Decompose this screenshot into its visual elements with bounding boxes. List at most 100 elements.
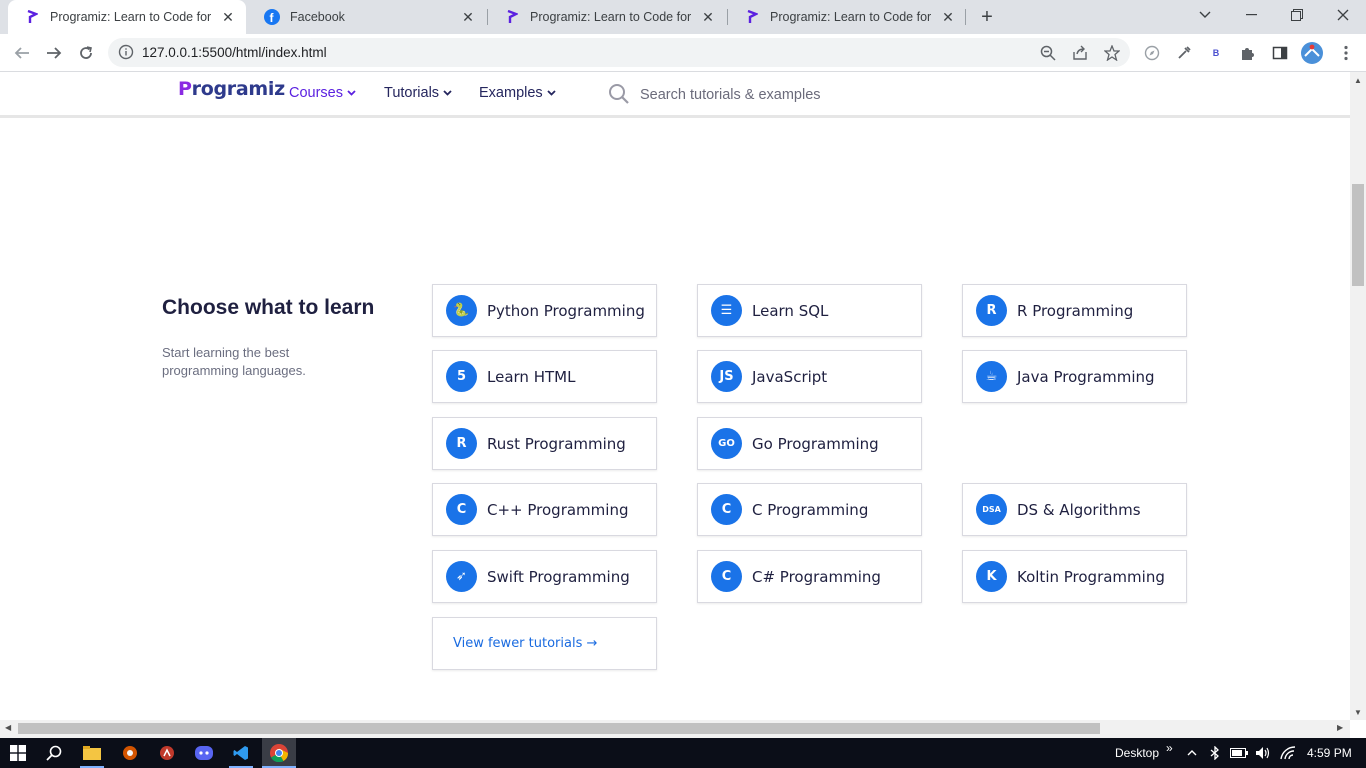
nav-tutorials[interactable]: Tutorials (384, 85, 452, 101)
chevron-down-icon (443, 88, 452, 99)
toolbar-overflow-icon[interactable]: » (1166, 741, 1173, 755)
scroll-left-arrow-icon[interactable]: ◀ (5, 723, 11, 732)
tab-separator (965, 9, 966, 25)
minimize-button[interactable] (1228, 0, 1274, 30)
volume-icon[interactable] (1251, 742, 1275, 764)
programiz-icon (744, 9, 760, 25)
share-icon[interactable] (1070, 43, 1090, 63)
course-card-python[interactable]: 🐍 Python Programming (432, 284, 657, 337)
tab-programiz-3[interactable]: Programiz: Learn to Code for Free ✕ (728, 0, 966, 34)
zoom-icon[interactable] (1038, 43, 1058, 63)
bookmark-star-icon[interactable] (1102, 43, 1122, 63)
programiz-logo[interactable]: Programiz (178, 78, 285, 100)
course-card-label: Go Programming (752, 434, 879, 453)
rust-icon: R (446, 428, 477, 459)
tab-title: Programiz: Learn to Code for Free (50, 10, 214, 24)
side-panel-icon[interactable] (1268, 41, 1292, 65)
eyedropper-extension-icon[interactable] (1172, 41, 1196, 65)
course-card-html[interactable]: 5 Learn HTML (432, 350, 657, 403)
course-card-c[interactable]: C C Programming (697, 483, 922, 536)
section-heading: Choose what to learn (162, 296, 375, 319)
close-icon[interactable]: ✕ (700, 9, 716, 25)
close-icon[interactable]: ✕ (220, 9, 236, 25)
course-card-sql[interactable]: ☰ Learn SQL (697, 284, 922, 337)
programiz-icon (504, 9, 520, 25)
git-client-icon[interactable] (155, 742, 179, 764)
menu-kebab-icon[interactable] (1334, 41, 1358, 65)
close-icon[interactable]: ✕ (940, 9, 956, 25)
tab-programiz-1[interactable]: Programiz: Learn to Code for Free ✕ (8, 0, 246, 34)
profile-badge-icon[interactable]: B (1204, 41, 1228, 65)
discord-icon[interactable] (192, 742, 216, 764)
kotlin-icon: K (976, 561, 1007, 592)
clock-time[interactable]: 4:59 PM (1307, 746, 1352, 760)
course-card-javascript[interactable]: JS JavaScript (697, 350, 922, 403)
javascript-icon: JS (711, 361, 742, 392)
reload-button[interactable] (74, 41, 98, 65)
show-hidden-icons-chevron-icon[interactable] (1180, 742, 1204, 764)
course-card-csharp[interactable]: C C# Programming (697, 550, 922, 603)
forward-button[interactable] (42, 41, 66, 65)
vscode-icon[interactable] (229, 742, 253, 764)
scroll-up-arrow-icon[interactable]: ▲ (1354, 76, 1362, 85)
close-window-button[interactable] (1320, 0, 1366, 30)
file-explorer-icon[interactable] (80, 742, 104, 764)
scroll-right-arrow-icon[interactable]: ▶ (1337, 723, 1343, 732)
wifi-icon[interactable] (1276, 742, 1300, 764)
course-card-kotlin[interactable]: K Koltin Programming (962, 550, 1187, 603)
course-card-go[interactable]: GO Go Programming (697, 417, 922, 470)
course-card-label: Java Programming (1017, 367, 1155, 386)
scroll-down-arrow-icon[interactable]: ▼ (1354, 708, 1362, 717)
nav-courses[interactable]: Courses (289, 85, 356, 101)
extensions-puzzle-icon[interactable] (1236, 41, 1260, 65)
course-card-label: C Programming (752, 500, 869, 519)
course-card-java[interactable]: ☕ Java Programming (962, 350, 1187, 403)
r-icon: R (976, 295, 1007, 326)
battery-icon[interactable] (1227, 742, 1251, 764)
course-card-rust[interactable]: R Rust Programming (432, 417, 657, 470)
python-icon: 🐍 (446, 295, 477, 326)
course-card-label: Python Programming (487, 301, 645, 320)
restore-button[interactable] (1274, 0, 1320, 30)
course-card-dsa[interactable]: DSA DS & Algorithms (962, 483, 1187, 536)
tab-facebook[interactable]: f Facebook ✕ (248, 0, 486, 34)
browser-toolbar: 127.0.0.1:5500/html/index.html B (0, 34, 1366, 72)
vertical-scrollbar[interactable]: ▲ ▼ (1350, 72, 1366, 720)
chevron-down-icon (547, 88, 556, 99)
desktop-toolbar-label[interactable]: Desktop (1115, 746, 1159, 760)
java-icon: ☕ (976, 361, 1007, 392)
site-info-icon[interactable] (118, 44, 134, 60)
c-icon: C (711, 494, 742, 525)
close-icon[interactable]: ✕ (460, 9, 476, 25)
app-icon[interactable] (118, 742, 142, 764)
section-subtext: Start learning the best programming lang… (162, 345, 306, 378)
windows-start-icon[interactable] (6, 742, 30, 764)
nav-examples[interactable]: Examples (479, 85, 556, 101)
compass-extension-icon[interactable] (1140, 41, 1164, 65)
tab-programiz-2[interactable]: Programiz: Learn to Code for Free ✕ (488, 0, 726, 34)
new-tab-button[interactable]: + (976, 6, 998, 28)
course-card-r[interactable]: R R Programming (962, 284, 1187, 337)
view-fewer-tutorials-link[interactable]: View fewer tutorials → (432, 617, 657, 670)
course-card-label: JavaScript (752, 367, 828, 386)
course-card-label: Rust Programming (487, 434, 626, 453)
course-card-label: C++ Programming (487, 500, 629, 519)
vertical-scroll-thumb[interactable] (1352, 184, 1364, 286)
search-input[interactable]: Search tutorials & examples (640, 87, 821, 103)
chrome-icon[interactable] (267, 742, 291, 764)
bluetooth-icon[interactable] (1203, 742, 1227, 764)
horizontal-scroll-thumb[interactable] (18, 723, 1100, 734)
page-viewport: Programiz Courses Tutorials Examples Sea… (0, 72, 1350, 720)
profile-avatar[interactable] (1300, 41, 1324, 65)
course-card-label: Learn SQL (752, 301, 829, 320)
course-card-label: Swift Programming (487, 567, 630, 586)
course-card-cpp[interactable]: C C++ Programming (432, 483, 657, 536)
taskbar-search-icon[interactable] (42, 742, 66, 764)
address-bar[interactable]: 127.0.0.1:5500/html/index.html (108, 38, 1130, 67)
course-card-swift[interactable]: ➶ Swift Programming (432, 550, 657, 603)
swift-icon: ➶ (446, 561, 477, 592)
search-icon[interactable] (608, 83, 630, 105)
back-button[interactable] (10, 41, 34, 65)
tab-search-icon[interactable] (1182, 0, 1228, 30)
horizontal-scrollbar[interactable]: ◀ ▶ (0, 720, 1350, 738)
